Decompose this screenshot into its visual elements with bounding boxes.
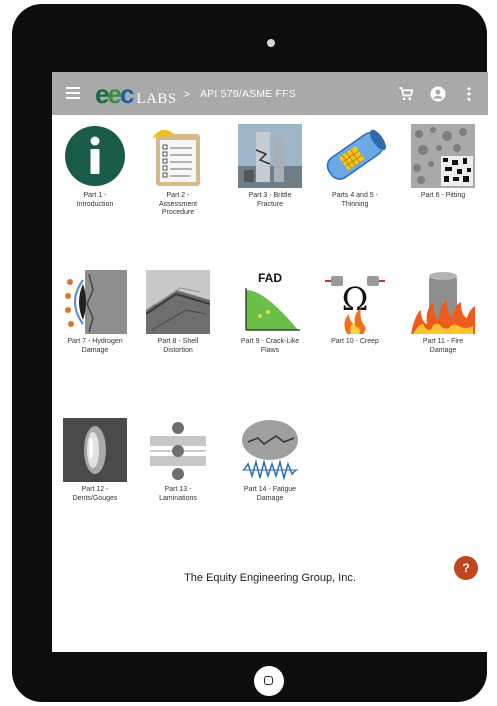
cart-icon[interactable]	[397, 85, 415, 103]
module-label: Part 6 - Pitting	[420, 192, 466, 199]
module-label: Part 2 - Assessment Procedure	[158, 192, 198, 216]
logo-mark-e1: e	[95, 79, 110, 109]
fire-damage-tank-icon	[411, 272, 475, 334]
fad-chart-icon: FAD	[245, 271, 300, 331]
fad-thumb-title: FAD	[258, 271, 282, 285]
pitting-photo-icon	[411, 124, 475, 188]
module-part-10[interactable]: Ω Part 10 - Creep	[315, 270, 395, 347]
account-icon[interactable]	[429, 85, 447, 103]
clipboard-checklist-icon	[152, 129, 200, 186]
more-vert-icon[interactable]	[460, 85, 478, 103]
camera-dot	[267, 39, 275, 47]
module-label: Part 14 - Fatigue Damage	[243, 486, 297, 502]
module-label: Part 10 - Creep	[331, 338, 379, 345]
shell-distortion-photo-icon	[146, 270, 210, 334]
module-part-9[interactable]: FAD Part 9 - Crack-Like Flaws	[230, 270, 310, 355]
logo-mark-c: c	[119, 79, 135, 109]
module-label: Part 7 - Hydrogen Damage	[67, 338, 123, 354]
app-screen: e e c LABS > API 579/ASME FFS Part 1 - I…	[52, 72, 488, 652]
module-part-12[interactable]: Part 12 - Dents/Gouges	[55, 418, 135, 503]
module-part-1[interactable]: Part 1 - Introduction	[55, 124, 135, 209]
laminations-icon	[150, 422, 206, 480]
creep-omega-flame-icon: Ω	[325, 276, 385, 334]
logo-text: LABS	[136, 91, 177, 107]
app-bar: e e c LABS > API 579/ASME FFS	[52, 72, 488, 115]
module-label: Part 13 - Laminations	[159, 486, 197, 502]
fatigue-damage-icon	[242, 420, 298, 481]
module-label: Part 12 - Dents/Gouges	[72, 486, 118, 502]
company-name: The Equity Engineering Group, Inc.	[184, 572, 356, 584]
menu-icon[interactable]	[66, 87, 80, 99]
module-label: Part 11 - Fire Damage	[422, 338, 464, 354]
svg-text:Ω: Ω	[342, 280, 369, 318]
help-button[interactable]: ?	[454, 556, 478, 580]
module-part-4-5[interactable]: Parts 4 and 5 - Thinning	[315, 124, 395, 209]
module-part-11[interactable]: Part 11 - Fire Damage	[403, 270, 483, 355]
brittle-fracture-photo-icon	[238, 124, 302, 188]
module-part-3[interactable]: Part 3 - Brittle Fracture	[230, 124, 310, 209]
home-button[interactable]	[254, 666, 284, 696]
dent-photo-icon	[63, 418, 127, 482]
module-label: Part 3 - Brittle Fracture	[248, 192, 292, 208]
info-icon	[65, 126, 125, 186]
module-label: Parts 4 and 5 - Thinning	[332, 192, 378, 208]
tablet-frame: e e c LABS > API 579/ASME FFS Part 1 - I…	[12, 4, 488, 702]
module-part-14[interactable]: Part 14 - Fatigue Damage	[230, 418, 310, 503]
module-part-7[interactable]: Part 7 - Hydrogen Damage	[55, 270, 135, 355]
module-part-6[interactable]: Part 6 - Pitting	[403, 124, 483, 201]
module-label: Part 9 - Crack-Like Flaws	[240, 338, 300, 354]
module-part-8[interactable]: Part 8 - Shell Distortion	[138, 270, 218, 355]
breadcrumb[interactable]: API 579/ASME FFS	[200, 88, 296, 100]
module-label: Part 8 - Shell Distortion	[157, 338, 199, 354]
breadcrumb-separator: >	[183, 87, 191, 101]
module-part-13[interactable]: Part 13 - Laminations	[138, 418, 218, 503]
hydrogen-damage-icon	[65, 270, 127, 334]
logo-mark-e2: e	[107, 79, 122, 109]
module-part-2[interactable]: Part 2 - Assessment Procedure	[138, 124, 218, 218]
module-label: Part 1 - Introduction	[76, 192, 114, 208]
thinning-pipe-icon	[326, 129, 386, 180]
eec-labs-logo[interactable]: e e c LABS	[95, 81, 177, 107]
